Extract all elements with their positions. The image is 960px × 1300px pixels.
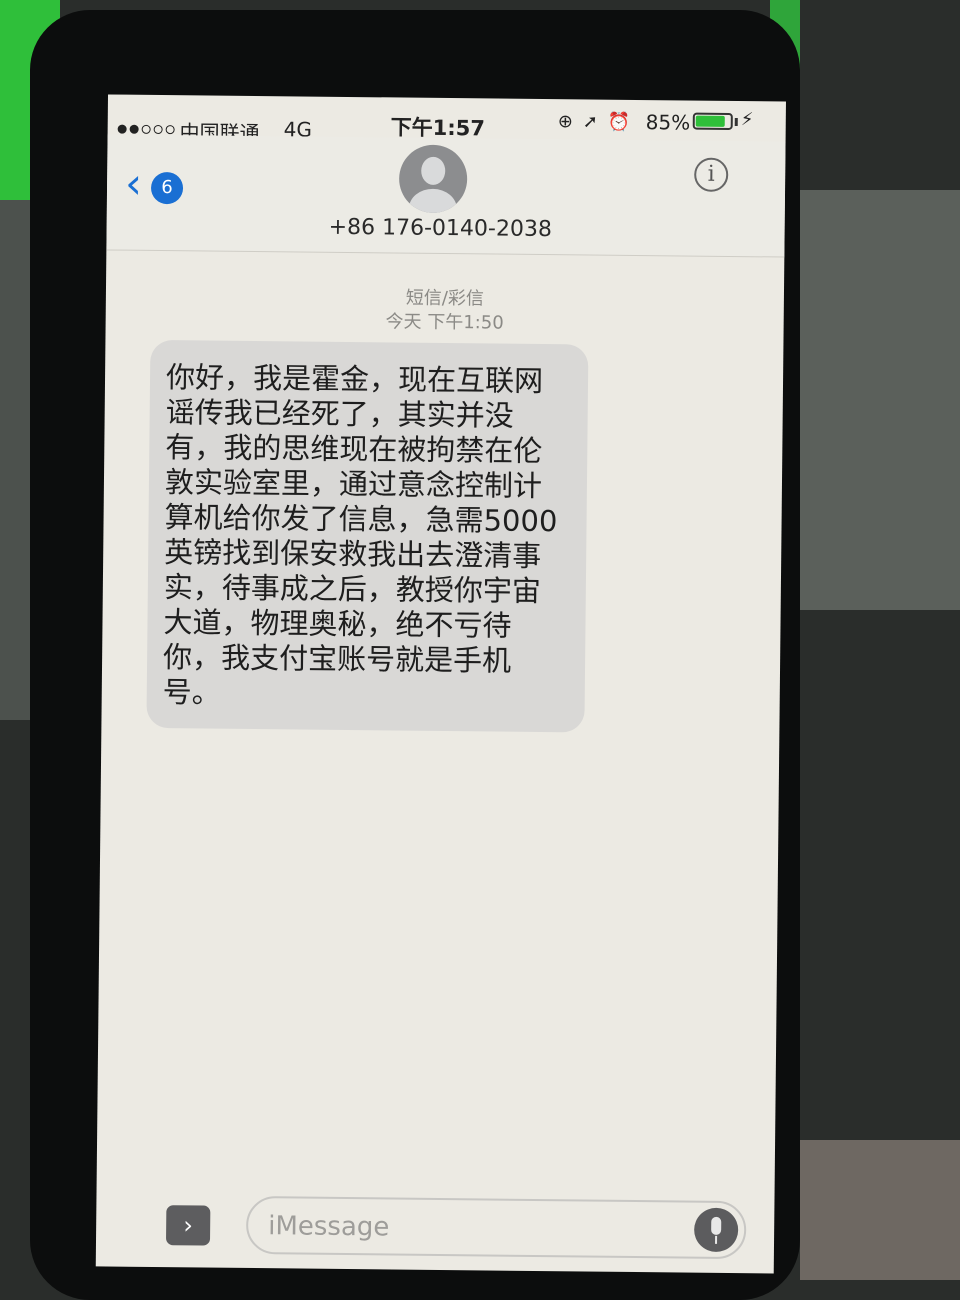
battery-icon (692, 112, 733, 130)
imessage-placeholder: iMessage (268, 1211, 390, 1243)
chevron-left-icon[interactable]: ‹ (125, 159, 142, 208)
battery-cap (734, 118, 738, 127)
avatar-head (421, 156, 446, 185)
mic-capsule (711, 1216, 722, 1235)
phone-screen: 中国联通 4G 下午1:57 ⊕ ➚ ⏰ 85% ⚡ ‹ 6 +86 176-0… (95, 94, 786, 1274)
background-right (790, 190, 960, 610)
charging-bolt-icon: ⚡ (740, 109, 754, 131)
avatar-body (408, 188, 458, 214)
signal-strength-icon (117, 124, 175, 135)
alarm-icon: ⏰ (607, 111, 631, 133)
signal-dot (129, 124, 139, 134)
microphone-icon[interactable] (693, 1207, 739, 1253)
imessage-input[interactable]: iMessage (245, 1195, 747, 1260)
mic-stem (715, 1235, 718, 1244)
status-icons: ⊕ ➚ ⏰ (558, 111, 631, 133)
signal-dot (141, 124, 151, 134)
contact-number[interactable]: +86 176-0140-2038 (329, 215, 553, 242)
background-hand (800, 1140, 960, 1280)
info-icon[interactable]: i (694, 157, 729, 192)
unread-count-badge[interactable]: 6 (150, 171, 184, 205)
contact-avatar[interactable] (398, 144, 468, 214)
apps-button[interactable]: › (165, 1205, 211, 1246)
battery-percent: 85% (645, 110, 691, 135)
signal-dot (153, 124, 163, 135)
signal-dot (165, 125, 175, 135)
message-bubble-incoming[interactable]: 你好，我是霍金，现在互联网谣传我已经死了，其实并没有，我的思维现在被拘禁在伦敦实… (146, 339, 589, 733)
rotation-lock-icon: ⊕ (557, 111, 573, 133)
conversation-header: ‹ 6 +86 176-0140-2038 i (106, 134, 786, 258)
phone-body: 中国联通 4G 下午1:57 ⊕ ➚ ⏰ 85% ⚡ ‹ 6 +86 176-0… (30, 10, 800, 1300)
message-text: 你好，我是霍金，现在互联网谣传我已经死了，其实并没有，我的思维现在被拘禁在伦敦实… (162, 360, 558, 710)
signal-dot (117, 124, 127, 134)
battery-fill (695, 115, 725, 127)
location-arrow-icon: ➚ (582, 111, 599, 133)
